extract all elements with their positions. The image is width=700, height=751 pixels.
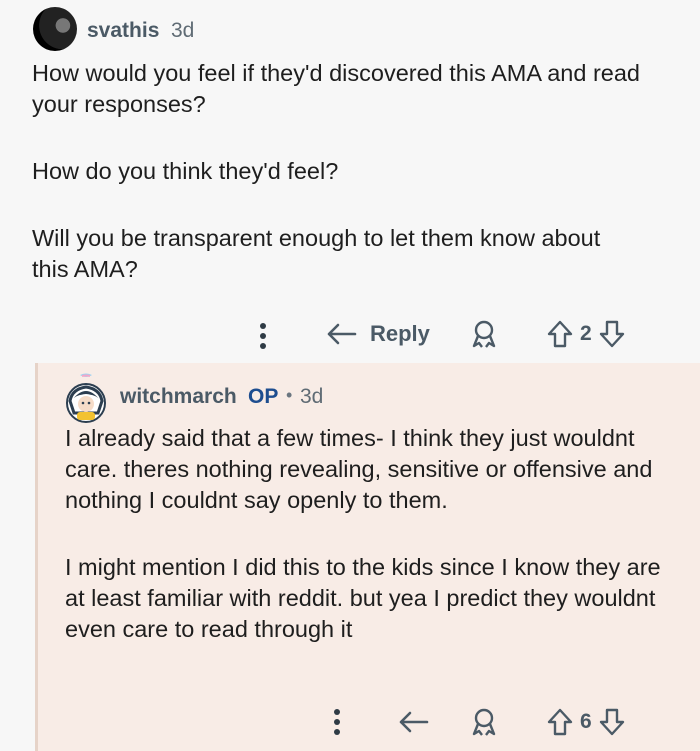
award-button[interactable]	[468, 704, 500, 740]
reply-button[interactable]: Reply	[326, 316, 430, 352]
comment-paragraph: How would you feel if they'd discovered …	[32, 60, 640, 117]
reply-paragraph: I might mention I did this to the kids s…	[65, 554, 661, 642]
reply-username[interactable]: witchmarch	[120, 385, 237, 409]
award-button[interactable]	[468, 316, 500, 352]
reply-label: Reply	[370, 321, 430, 346]
vote-score: 2	[580, 322, 592, 345]
reply-button[interactable]	[398, 704, 430, 740]
comment-timestamp[interactable]: 3d	[171, 19, 194, 43]
reply-arrow-icon	[399, 711, 429, 733]
upvote-icon[interactable]	[546, 319, 574, 349]
more-options-button[interactable]	[330, 704, 344, 740]
award-icon	[472, 708, 496, 736]
upvote-icon[interactable]	[546, 707, 574, 737]
reply-timestamp[interactable]: 3d	[300, 385, 323, 409]
more-dots-icon	[260, 323, 266, 329]
meta-separator: •	[286, 385, 293, 405]
comment-svathis: svathis 3d How would you feel if they'd …	[0, 0, 700, 363]
reply-body: I already said that a few times- I think…	[65, 423, 675, 645]
vote-score: 6	[580, 710, 592, 733]
downvote-icon[interactable]	[598, 707, 626, 737]
downvote-icon[interactable]	[598, 319, 626, 349]
vote-controls: 2	[546, 316, 626, 352]
reply-arrow-icon	[327, 323, 357, 345]
vote-controls: 6	[546, 704, 626, 740]
more-options-button[interactable]	[256, 318, 270, 354]
comment-paragraph: How do you think they'd feel?	[32, 158, 339, 184]
op-badge: OP	[248, 385, 279, 408]
comment-body: How would you feel if they'd discovered …	[32, 58, 672, 285]
comment-paragraph: Will you be transparent enough to let th…	[32, 225, 601, 282]
avatar[interactable]	[33, 7, 77, 51]
reply-paragraph: I already said that a few times- I think…	[65, 425, 653, 513]
more-dots-icon	[334, 709, 340, 715]
award-icon	[472, 320, 496, 348]
comment-username[interactable]: svathis	[87, 19, 159, 43]
avatar[interactable]	[64, 373, 108, 425]
